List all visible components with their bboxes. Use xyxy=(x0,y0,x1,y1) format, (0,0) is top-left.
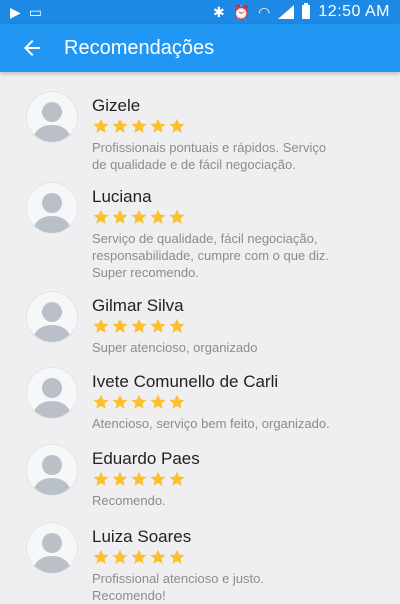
review-comment: Serviço de qualidade, fácil negociação, … xyxy=(92,231,330,280)
review-item[interactable]: Gizele Profissionais pontuais e rápidos. … xyxy=(0,88,400,173)
review-comment: Atencioso, serviço bem feito, organizado… xyxy=(92,416,330,431)
star-icon xyxy=(150,471,166,486)
person-placeholder-icon xyxy=(33,302,71,342)
star-rating xyxy=(92,548,392,566)
review-item[interactable]: Eduardo Paes Recomendo. xyxy=(0,441,400,509)
status-time: 12:50 AM xyxy=(318,3,390,20)
star-icon xyxy=(169,394,185,409)
star-icon xyxy=(150,318,166,333)
battery-icon xyxy=(302,3,311,19)
review-item[interactable]: Luiza Soares Profissional atencioso e jus… xyxy=(0,519,400,604)
star-icon xyxy=(93,471,109,486)
star-icon xyxy=(131,549,147,564)
review-comment: Super atencioso, organizado xyxy=(92,340,258,355)
review-item[interactable]: Ivete Comunello de Carli Atencioso, servi… xyxy=(0,364,400,432)
star-icon xyxy=(93,549,109,564)
star-rating xyxy=(92,393,392,411)
cast-icon: ▭ xyxy=(28,4,43,20)
review-body: Gilmar Silva Super atencioso, organizado xyxy=(92,288,392,356)
person-placeholder-icon xyxy=(33,533,71,573)
wifi-icon: ◠ xyxy=(258,4,271,20)
reviewer-name: Gizele xyxy=(92,96,141,115)
star-icon xyxy=(169,118,185,133)
review-body: Eduardo Paes Recomendo. xyxy=(92,441,392,509)
star-rating xyxy=(92,208,392,226)
star-icon xyxy=(150,394,166,409)
star-icon xyxy=(112,209,128,224)
person-placeholder-icon xyxy=(33,193,71,233)
star-rating xyxy=(92,317,392,335)
review-body: Gizele Profissionais pontuais e rápidos. … xyxy=(92,88,392,173)
star-icon xyxy=(131,209,147,224)
star-rating xyxy=(92,117,392,135)
alarm-icon: ⏰ xyxy=(232,4,251,20)
avatar xyxy=(27,292,77,342)
review-list: Gizele Profissionais pontuais e rápidos. … xyxy=(0,88,400,604)
bluetooth-icon: ✱ xyxy=(213,4,225,20)
signal-icon xyxy=(278,5,295,19)
star-icon xyxy=(112,118,128,133)
person-placeholder-icon xyxy=(33,378,71,418)
star-icon xyxy=(169,209,185,224)
star-icon xyxy=(169,318,185,333)
person-placeholder-icon xyxy=(33,102,71,142)
avatar xyxy=(27,92,77,142)
page-title: Recomendações xyxy=(64,36,215,59)
star-rating xyxy=(92,470,392,488)
review-item[interactable]: Gilmar Silva Super atencioso, organizado xyxy=(0,288,400,356)
reviewer-name: Luiza Soares xyxy=(92,527,192,546)
avatar xyxy=(27,523,77,573)
reviewer-name: Luciana xyxy=(92,187,152,206)
review-comment: Profissional atencioso e justo. Recomend… xyxy=(92,571,264,603)
star-icon xyxy=(112,394,128,409)
star-icon xyxy=(150,209,166,224)
review-comment: Recomendo. xyxy=(92,493,166,508)
star-icon xyxy=(150,549,166,564)
star-icon xyxy=(169,471,185,486)
star-icon xyxy=(112,549,128,564)
star-icon xyxy=(93,118,109,133)
review-body: Luciana Serviço de qualidade, fácil negoc… xyxy=(92,179,392,281)
review-body: Ivete Comunello de Carli Atencioso, servi… xyxy=(92,364,392,432)
reviewer-name: Gilmar Silva xyxy=(92,296,184,315)
star-icon xyxy=(131,394,147,409)
star-icon xyxy=(93,394,109,409)
review-comment: Profissionais pontuais e rápidos. Serviç… xyxy=(92,140,327,172)
star-icon xyxy=(131,318,147,333)
status-bar: ▶ ▭ ✱ ⏰ ◠ 12:50 AM xyxy=(0,0,400,24)
avatar xyxy=(27,183,77,233)
arrow-back-icon[interactable] xyxy=(20,36,44,60)
star-icon xyxy=(131,471,147,486)
star-icon xyxy=(93,209,109,224)
star-icon xyxy=(93,318,109,333)
avatar xyxy=(27,445,77,495)
person-placeholder-icon xyxy=(33,455,71,495)
reviewer-name: Eduardo Paes xyxy=(92,449,200,468)
star-icon xyxy=(150,118,166,133)
star-icon xyxy=(112,471,128,486)
reviewer-name: Ivete Comunello de Carli xyxy=(92,372,279,391)
star-icon xyxy=(131,118,147,133)
avatar xyxy=(27,368,77,418)
review-item[interactable]: Luciana Serviço de qualidade, fácil negoc… xyxy=(0,179,400,281)
play-icon: ▶ xyxy=(10,4,21,20)
star-icon xyxy=(169,549,185,564)
app-bar: Recomendações xyxy=(0,24,400,72)
review-body: Luiza Soares Profissional atencioso e jus… xyxy=(92,519,392,604)
star-icon xyxy=(112,318,128,333)
